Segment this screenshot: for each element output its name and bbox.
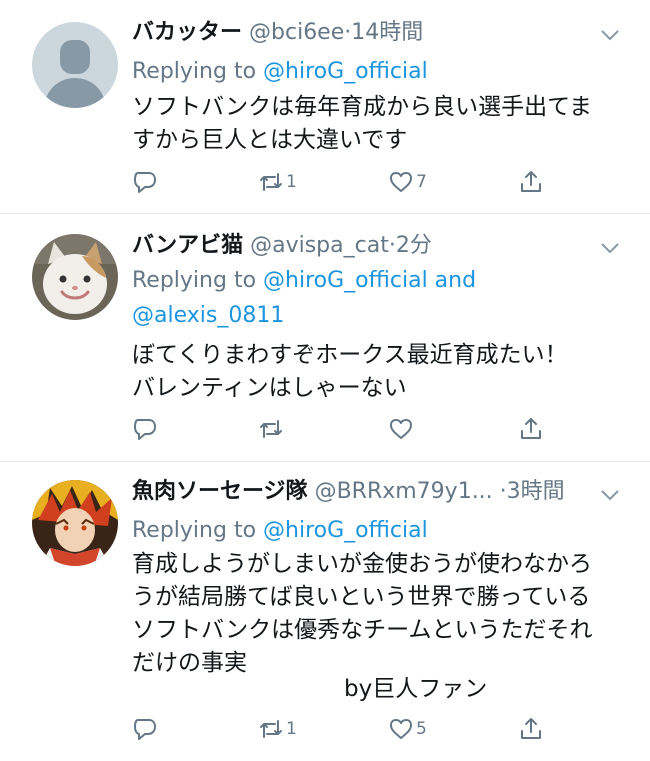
- share-button[interactable]: [518, 712, 544, 746]
- reply-button[interactable]: [132, 412, 158, 446]
- tweet-header: バンアビ猫 @avispa_cat·2分: [132, 231, 590, 261]
- share-button[interactable]: [518, 165, 544, 199]
- chevron-down-icon[interactable]: [600, 28, 620, 42]
- handle[interactable]: @bci6ee: [249, 20, 344, 45]
- retweet-button[interactable]: [258, 412, 286, 446]
- mention-link[interactable]: @hiroG_official: [263, 59, 428, 84]
- replying-prefix: Replying to: [132, 268, 264, 293]
- share-icon: [521, 171, 541, 192]
- display-name[interactable]: バンアビ猫: [132, 233, 243, 258]
- tweet-actions: 1 5: [132, 712, 590, 746]
- like-icon: [390, 719, 412, 739]
- like-icon: [390, 172, 412, 192]
- reply-icon: [134, 719, 156, 740]
- like-count: 7: [416, 172, 427, 192]
- tweet-header: 魚肉ソーセージ隊 @BRRxm79y1... ·3時間: [132, 477, 590, 507]
- like-button[interactable]: 5: [388, 712, 427, 746]
- handle[interactable]: @BRRxm79y1...: [315, 479, 493, 504]
- tweet-signature: by巨人ファン: [344, 676, 488, 702]
- retweet-button[interactable]: 1: [258, 165, 297, 199]
- tweet[interactable]: バカッター @bci6ee·14時間 Replying to @hiroG_of…: [0, 0, 650, 214]
- tweet-text: ソフトバンクは毎年育成から良い選手出てま すから巨人とは大違いです: [132, 94, 592, 153]
- tweet-text: 育成しようがしまいが金使おうが使わなかろ うが結局勝てば良いという世界で勝ってい…: [132, 551, 593, 676]
- like-icon: [390, 419, 412, 439]
- replying-prefix: Replying to: [132, 59, 264, 84]
- like-button[interactable]: 7: [388, 165, 427, 199]
- avatar[interactable]: [32, 234, 118, 320]
- tweet-text: ぼてくりまわすぞホークス最近育成たい！ バレンティンはしゃーない: [132, 342, 568, 401]
- mention-link[interactable]: @hiroG_official: [263, 268, 428, 293]
- like-count: 5: [416, 719, 427, 739]
- mention-link[interactable]: @hiroG_official: [263, 518, 428, 543]
- retweet-icon: [260, 420, 282, 438]
- retweet-button[interactable]: 1: [258, 712, 297, 746]
- reply-button[interactable]: [132, 165, 158, 199]
- retweet-icon: [260, 173, 282, 191]
- share-icon: [521, 418, 541, 439]
- replying-to: Replying to @hiroG_official: [132, 54, 610, 89]
- replying-prefix: Replying to: [132, 518, 264, 543]
- tweet[interactable]: バンアビ猫 @avispa_cat·2分 Replying to @hiroG_…: [0, 214, 650, 462]
- replying-to: Replying to @hiroG_official: [132, 513, 610, 548]
- like-button[interactable]: [388, 412, 416, 446]
- avatar[interactable]: [32, 480, 118, 566]
- mention-link-2[interactable]: @alexis_0811: [132, 303, 284, 328]
- retweet-icon: [260, 720, 282, 738]
- separator-dot: ·: [499, 479, 507, 504]
- tweet[interactable]: 魚肉ソーセージ隊 @BRRxm79y1... ·3時間 Replying to …: [0, 462, 650, 761]
- tweet-actions: [132, 412, 590, 446]
- retweet-count: 1: [286, 719, 297, 739]
- tweet-header: バカッター @bci6ee·14時間: [132, 18, 590, 48]
- replying-and: and: [427, 268, 477, 293]
- separator-dot: ·: [388, 233, 396, 258]
- reply-icon: [134, 419, 156, 440]
- tweet-actions: 1 7: [132, 165, 590, 199]
- retweet-count: 1: [286, 172, 297, 192]
- display-name[interactable]: 魚肉ソーセージ隊: [132, 479, 308, 504]
- timestamp[interactable]: 14時間: [351, 20, 423, 45]
- timestamp[interactable]: 3時間: [507, 479, 565, 504]
- timestamp[interactable]: 2分: [396, 233, 432, 258]
- share-button[interactable]: [518, 412, 544, 446]
- reply-icon: [134, 172, 156, 193]
- share-icon: [521, 718, 541, 739]
- chevron-down-icon[interactable]: [600, 488, 620, 502]
- replying-to: Replying to @hiroG_official and @alexis_0…: [132, 263, 610, 333]
- display-name[interactable]: バカッター: [132, 20, 242, 45]
- avatar[interactable]: [32, 22, 118, 108]
- chevron-down-icon[interactable]: [600, 241, 620, 255]
- reply-button[interactable]: [132, 712, 158, 746]
- handle[interactable]: @avispa_cat: [250, 233, 389, 258]
